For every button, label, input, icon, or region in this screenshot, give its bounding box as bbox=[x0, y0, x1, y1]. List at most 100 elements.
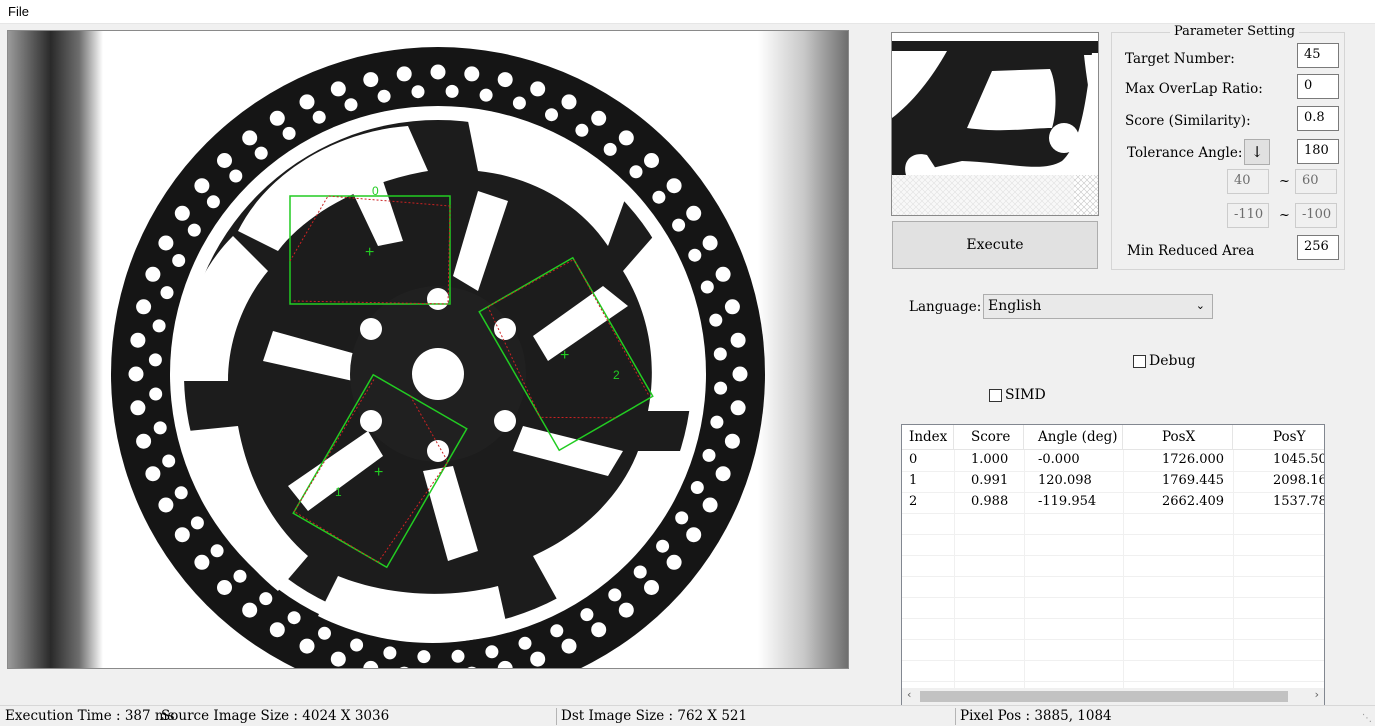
range2-to-field: -100 bbox=[1295, 203, 1337, 228]
results-header: Index Score Angle (deg) PosX PosY bbox=[902, 425, 1324, 450]
disc-hole bbox=[550, 624, 564, 638]
row-gridline bbox=[902, 681, 1324, 682]
disc-hole bbox=[675, 511, 689, 525]
disc-hole bbox=[730, 400, 746, 416]
disc-hole bbox=[530, 81, 546, 97]
disc-hole bbox=[136, 433, 152, 449]
table-cell: -0.000 bbox=[1038, 452, 1080, 467]
resize-grip-icon[interactable]: ⋱ bbox=[1362, 713, 1372, 724]
table-row[interactable]: 2 0.988 -119.954 2662.409 1537.788 bbox=[902, 492, 1324, 513]
disc-hole bbox=[242, 130, 258, 146]
max-overlap-field[interactable]: 0 bbox=[1297, 74, 1339, 99]
scroll-left-icon[interactable]: ‹ bbox=[907, 688, 911, 701]
disc-hole bbox=[672, 218, 686, 232]
disc-hole bbox=[158, 235, 174, 251]
disc-hole bbox=[724, 299, 740, 315]
status-pixel-pos: Pixel Pos : 3885, 1084 bbox=[960, 708, 1112, 724]
disc-hole bbox=[561, 94, 577, 110]
status-bar: Execution Time : 387 ms Source Image Siz… bbox=[0, 705, 1375, 726]
column-gridline bbox=[1233, 450, 1234, 690]
template-image-view bbox=[891, 32, 1099, 216]
disc-hole bbox=[688, 248, 702, 262]
min-reduced-area-field[interactable]: 256 bbox=[1297, 235, 1339, 260]
score-field[interactable]: 0.8 bbox=[1297, 106, 1339, 131]
table-row[interactable]: 1 0.991 120.098 1769.445 2098.161 bbox=[902, 471, 1324, 492]
right-edge-shadow bbox=[758, 31, 848, 668]
simd-checkbox-box[interactable] bbox=[989, 388, 1002, 402]
debug-checkbox[interactable]: Debug bbox=[1133, 353, 1195, 369]
disc-hole bbox=[561, 638, 577, 654]
disc-hole bbox=[396, 66, 412, 82]
scroll-right-icon[interactable]: › bbox=[1315, 688, 1319, 701]
disc-hole bbox=[318, 626, 331, 640]
disc-hole bbox=[153, 421, 167, 435]
disc-hole bbox=[130, 400, 146, 416]
column-gridline bbox=[954, 450, 955, 690]
disc-hole bbox=[174, 486, 188, 500]
table-row[interactable]: 0 1.000 -0.000 1726.000 1045.500 bbox=[902, 450, 1324, 471]
disc-hole bbox=[724, 433, 740, 449]
disc-hole bbox=[666, 178, 682, 194]
source-image-view[interactable]: 0 + 1 + 2 + bbox=[7, 30, 849, 669]
disc-hole bbox=[686, 527, 702, 543]
column-gridline bbox=[1123, 450, 1124, 690]
language-select[interactable]: English ⌄ bbox=[983, 294, 1213, 319]
disc-hole bbox=[206, 195, 220, 209]
row-gridline bbox=[902, 660, 1324, 661]
column-posx[interactable]: PosX bbox=[1123, 425, 1233, 450]
row-gridline bbox=[902, 639, 1324, 640]
column-posy[interactable]: PosY bbox=[1233, 425, 1324, 450]
disc-hole bbox=[229, 169, 243, 183]
table-cell: 1 bbox=[909, 473, 918, 488]
disc-hole bbox=[715, 266, 731, 282]
disc-hole bbox=[530, 651, 546, 667]
table-cell: 1537.788 bbox=[1273, 494, 1324, 509]
status-divider bbox=[556, 708, 557, 725]
menu-file[interactable]: File bbox=[8, 4, 29, 19]
disc-hole bbox=[344, 98, 358, 112]
disc-hole bbox=[194, 178, 210, 194]
table-cell: 2662.409 bbox=[1162, 494, 1225, 509]
disc-hole bbox=[417, 650, 431, 664]
execute-button[interactable]: Execute bbox=[892, 221, 1098, 269]
column-score[interactable]: Score bbox=[954, 425, 1024, 450]
debug-checkbox-box[interactable] bbox=[1133, 354, 1146, 368]
column-angle[interactable]: Angle (deg) bbox=[1024, 425, 1123, 450]
disc-hole bbox=[136, 299, 152, 315]
column-index[interactable]: Index bbox=[902, 425, 954, 450]
results-table[interactable]: Index Score Angle (deg) PosX PosY 0 1.000… bbox=[901, 424, 1325, 706]
disc-hole bbox=[152, 319, 166, 333]
disc-hole bbox=[330, 81, 346, 97]
disc-hole bbox=[217, 153, 232, 168]
table-cell: 1.000 bbox=[971, 452, 1009, 467]
row-gridline bbox=[902, 555, 1324, 556]
min-reduced-area-label: Min Reduced Area bbox=[1127, 243, 1255, 259]
tolerance-toggle-button[interactable]: ↓ bbox=[1244, 139, 1270, 165]
simd-checkbox[interactable]: SIMD bbox=[989, 387, 1046, 403]
disc-hole bbox=[269, 622, 285, 638]
disc-hole bbox=[575, 123, 589, 137]
column-gridline bbox=[1024, 450, 1025, 690]
row-gridline bbox=[902, 618, 1324, 619]
disc-hole bbox=[732, 366, 748, 382]
disc-hole bbox=[730, 332, 746, 348]
disc-hole bbox=[350, 638, 364, 652]
disc-hole bbox=[445, 84, 459, 98]
disc-hole bbox=[618, 602, 634, 618]
scroll-thumb[interactable] bbox=[920, 691, 1288, 702]
disc-hole bbox=[497, 72, 513, 88]
simd-label: SIMD bbox=[1005, 387, 1046, 403]
disc-hole bbox=[580, 608, 594, 622]
results-horizontal-scrollbar[interactable]: ‹ › bbox=[902, 688, 1324, 705]
range1-from-field: 40 bbox=[1227, 169, 1269, 194]
disc-hole bbox=[259, 592, 273, 606]
table-cell: 1769.445 bbox=[1162, 473, 1225, 488]
status-dst-size: Dst Image Size : 762 X 521 bbox=[561, 708, 748, 724]
range1-separator: ~ bbox=[1279, 174, 1290, 189]
match-label-2: 2 bbox=[613, 368, 620, 382]
disc-hole bbox=[158, 497, 174, 513]
row-gridline bbox=[902, 534, 1324, 535]
disc-hole bbox=[512, 96, 526, 110]
tolerance-angle-field[interactable]: 180 bbox=[1297, 139, 1339, 164]
target-number-field[interactable]: 45 bbox=[1297, 43, 1339, 68]
